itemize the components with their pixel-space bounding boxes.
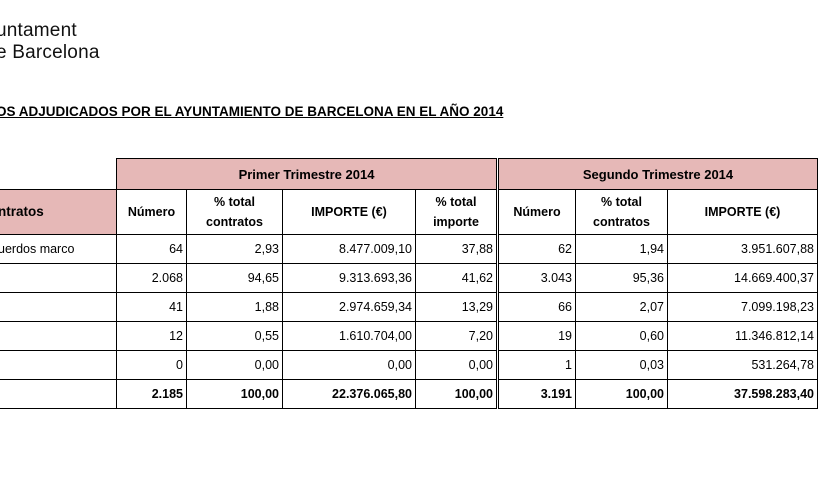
total-row: 2.185 100,00 22.376.065,80 100,00 3.191 100,0… <box>0 379 818 409</box>
q1-importe-header: IMPORTE (€) <box>282 189 416 235</box>
q1-cell: 2,93 <box>186 234 283 264</box>
q1-cell: 0,00 <box>415 350 498 380</box>
table-row: 2.068 94,65 9.313.693,36 41,62 3.043 95,36 14.… <box>0 263 818 293</box>
q2-cell: 1 <box>496 350 576 380</box>
q1-cell: 2.974.659,34 <box>282 292 416 322</box>
column-header-row: ntratos Número % total contratos IMPORTE … <box>0 189 818 235</box>
q2-cell: 37.598.283,40 <box>667 379 818 409</box>
table-row: 0 0,00 0,00 0,00 1 0,03 531.264,78 <box>0 350 818 380</box>
q1-cell: 7,20 <box>415 321 498 351</box>
q1-cell: 100,00 <box>415 379 498 409</box>
q1-cell: 2.068 <box>116 263 187 293</box>
type-header: ntratos <box>0 189 117 235</box>
q1-cell: 0,00 <box>186 350 283 380</box>
logo-line-1: untament <box>0 20 77 41</box>
q1-cell: 37,88 <box>415 234 498 264</box>
q1-cell: 94,65 <box>186 263 283 293</box>
q1-cell: 41,62 <box>415 263 498 293</box>
q2-cell: 3.191 <box>496 379 576 409</box>
q2-cell: 0,03 <box>575 350 668 380</box>
q2-cell: 62 <box>496 234 576 264</box>
table-row: uerdos marco 64 2,93 8.477.009,10 37,88 62 1,9… <box>0 234 818 264</box>
q1-numero-header: Número <box>116 189 187 235</box>
q2-pct-contratos-header: % total contratos <box>575 189 668 235</box>
q1-cell: 0 <box>116 350 187 380</box>
q2-cell: 11.346.812,14 <box>667 321 818 351</box>
q1-cell: 41 <box>116 292 187 322</box>
logo: untament e Barcelona <box>0 20 100 64</box>
table-row: 41 1,88 2.974.659,34 13,29 66 2,07 7.099.198,2… <box>0 292 818 322</box>
q1-cell: 13,29 <box>415 292 498 322</box>
q2-cell: 0,60 <box>575 321 668 351</box>
q1-cell: 64 <box>116 234 187 264</box>
row-label <box>0 292 117 322</box>
q2-cell: 66 <box>496 292 576 322</box>
q2-cell: 1,94 <box>575 234 668 264</box>
q2-cell: 2,07 <box>575 292 668 322</box>
q1-cell: 12 <box>116 321 187 351</box>
q2-cell: 531.264,78 <box>667 350 818 380</box>
q2-cell: 7.099.198,23 <box>667 292 818 322</box>
quarter-header-row: Primer Trimestre 2014 Segundo Trimestre … <box>0 158 818 190</box>
q2-cell: 100,00 <box>575 379 668 409</box>
q2-cell: 95,36 <box>575 263 668 293</box>
blank-corner <box>0 158 117 190</box>
q1-pct-importe-header: % total importe <box>415 189 498 235</box>
table-row: 12 0,55 1.610.704,00 7,20 19 0,60 11.346.812,1… <box>0 321 818 351</box>
q2-cell: 19 <box>496 321 576 351</box>
q1-pct-contratos-header: % total contratos <box>186 189 283 235</box>
row-label <box>0 263 117 293</box>
q1-cell: 8.477.009,10 <box>282 234 416 264</box>
document-title: OS ADJUDICADOS POR EL AYUNTAMIENTO DE BA… <box>0 104 504 119</box>
q2-cell: 14.669.400,37 <box>667 263 818 293</box>
q1-cell: 9.313.693,36 <box>282 263 416 293</box>
q1-cell: 0,55 <box>186 321 283 351</box>
q2-numero-header: Número <box>496 189 576 235</box>
q1-cell: 22.376.065,80 <box>282 379 416 409</box>
contracts-table: Primer Trimestre 2014 Segundo Trimestre … <box>0 158 818 409</box>
q1-cell: 1,88 <box>186 292 283 322</box>
row-label: uerdos marco <box>0 234 117 264</box>
q2-cell: 3.951.607,88 <box>667 234 818 264</box>
row-label <box>0 321 117 351</box>
q2-cell: 3.043 <box>496 263 576 293</box>
q1-cell: 0,00 <box>282 350 416 380</box>
quarter2-header: Segundo Trimestre 2014 <box>496 158 818 190</box>
q1-cell: 100,00 <box>186 379 283 409</box>
q1-cell: 2.185 <box>116 379 187 409</box>
q2-importe-header: IMPORTE (€) <box>667 189 818 235</box>
quarter1-header: Primer Trimestre 2014 <box>116 158 498 190</box>
logo-line-2: e Barcelona <box>0 42 100 63</box>
row-label <box>0 379 117 409</box>
q1-cell: 1.610.704,00 <box>282 321 416 351</box>
row-label <box>0 350 117 380</box>
